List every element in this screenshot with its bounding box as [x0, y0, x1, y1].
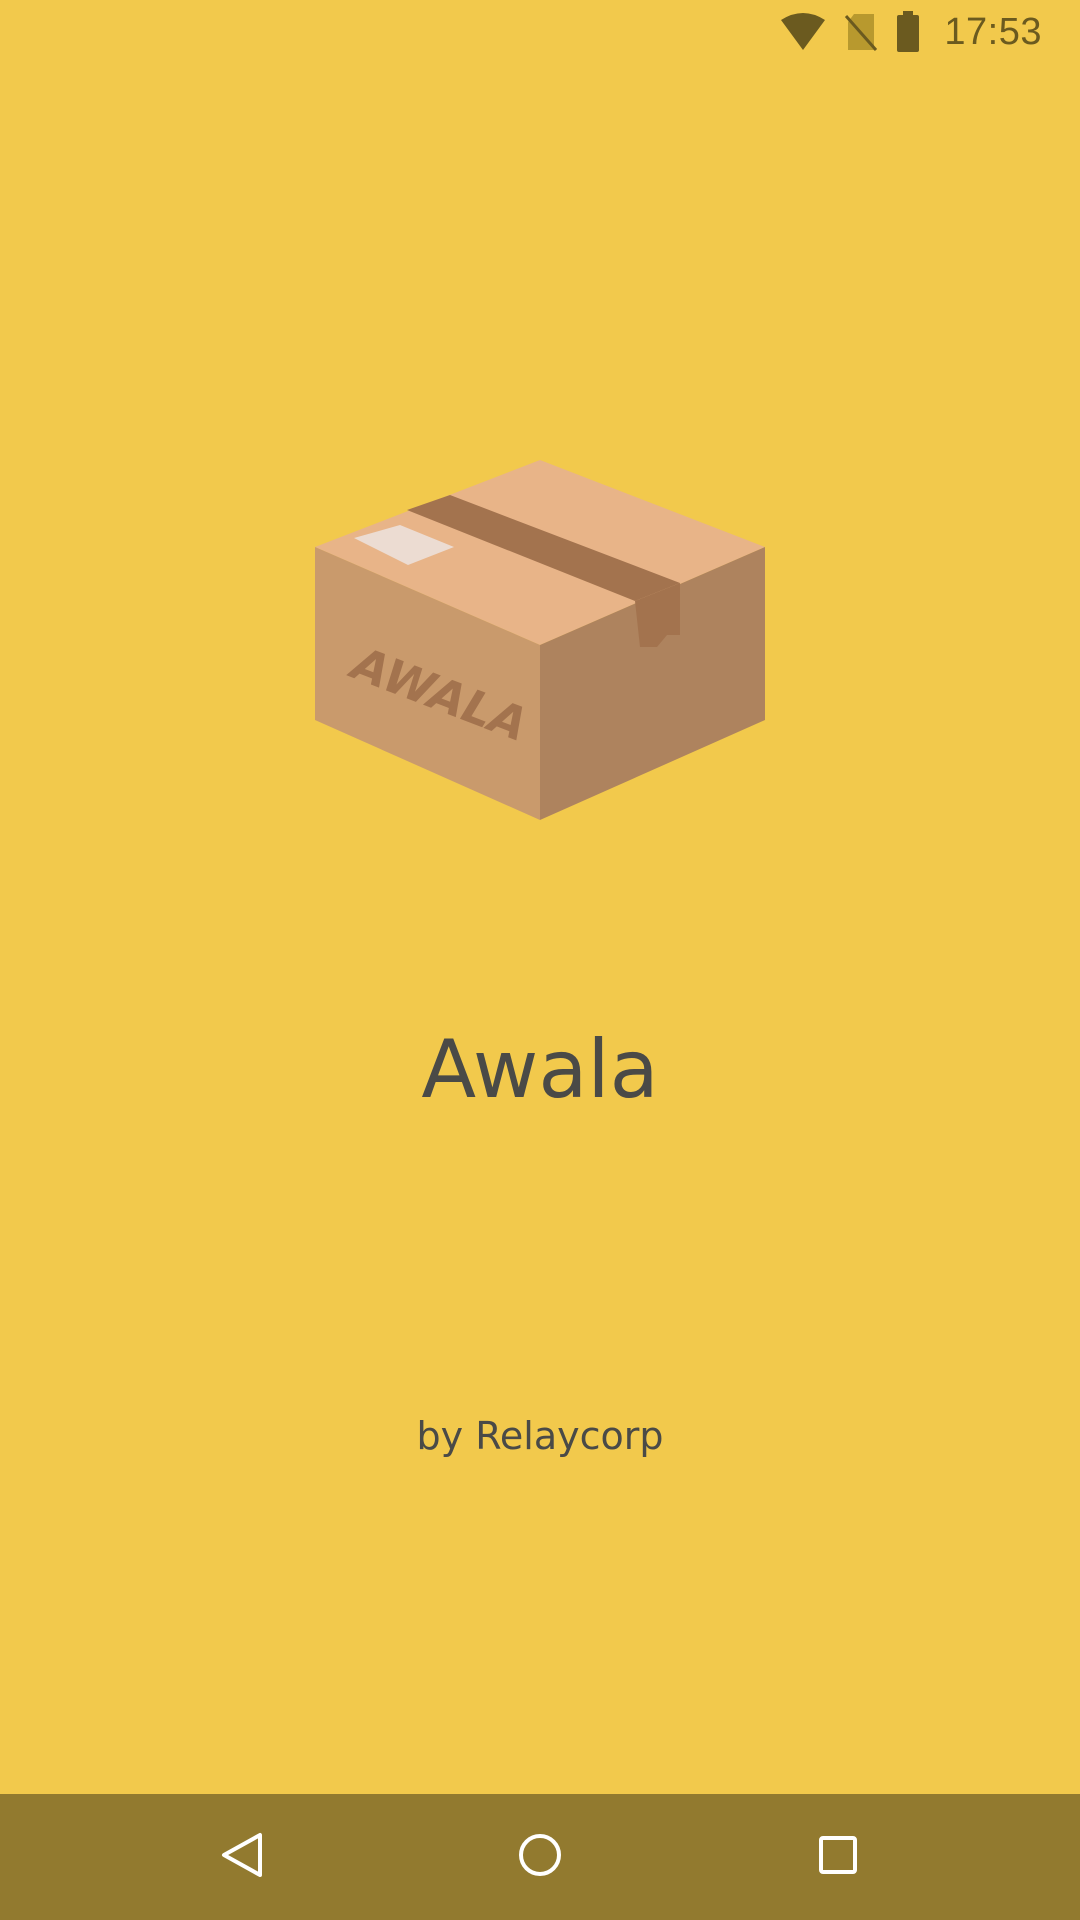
battery-icon [896, 11, 920, 53]
status-bar: 17:53 [0, 0, 1080, 64]
home-button[interactable] [500, 1817, 580, 1897]
status-icons: 17:53 [780, 10, 1042, 54]
recents-icon [818, 1835, 858, 1879]
app-title: Awala [421, 1023, 659, 1116]
back-icon [220, 1831, 264, 1883]
no-sim-icon [844, 12, 878, 52]
box-illustration: AWALA [310, 455, 770, 820]
home-icon [517, 1832, 563, 1882]
recents-button[interactable] [798, 1817, 878, 1897]
wifi-icon [780, 12, 826, 52]
status-time: 17:53 [944, 11, 1042, 53]
navigation-bar [0, 1794, 1080, 1920]
back-button[interactable] [202, 1817, 282, 1897]
app-byline: by Relaycorp [416, 1414, 664, 1458]
